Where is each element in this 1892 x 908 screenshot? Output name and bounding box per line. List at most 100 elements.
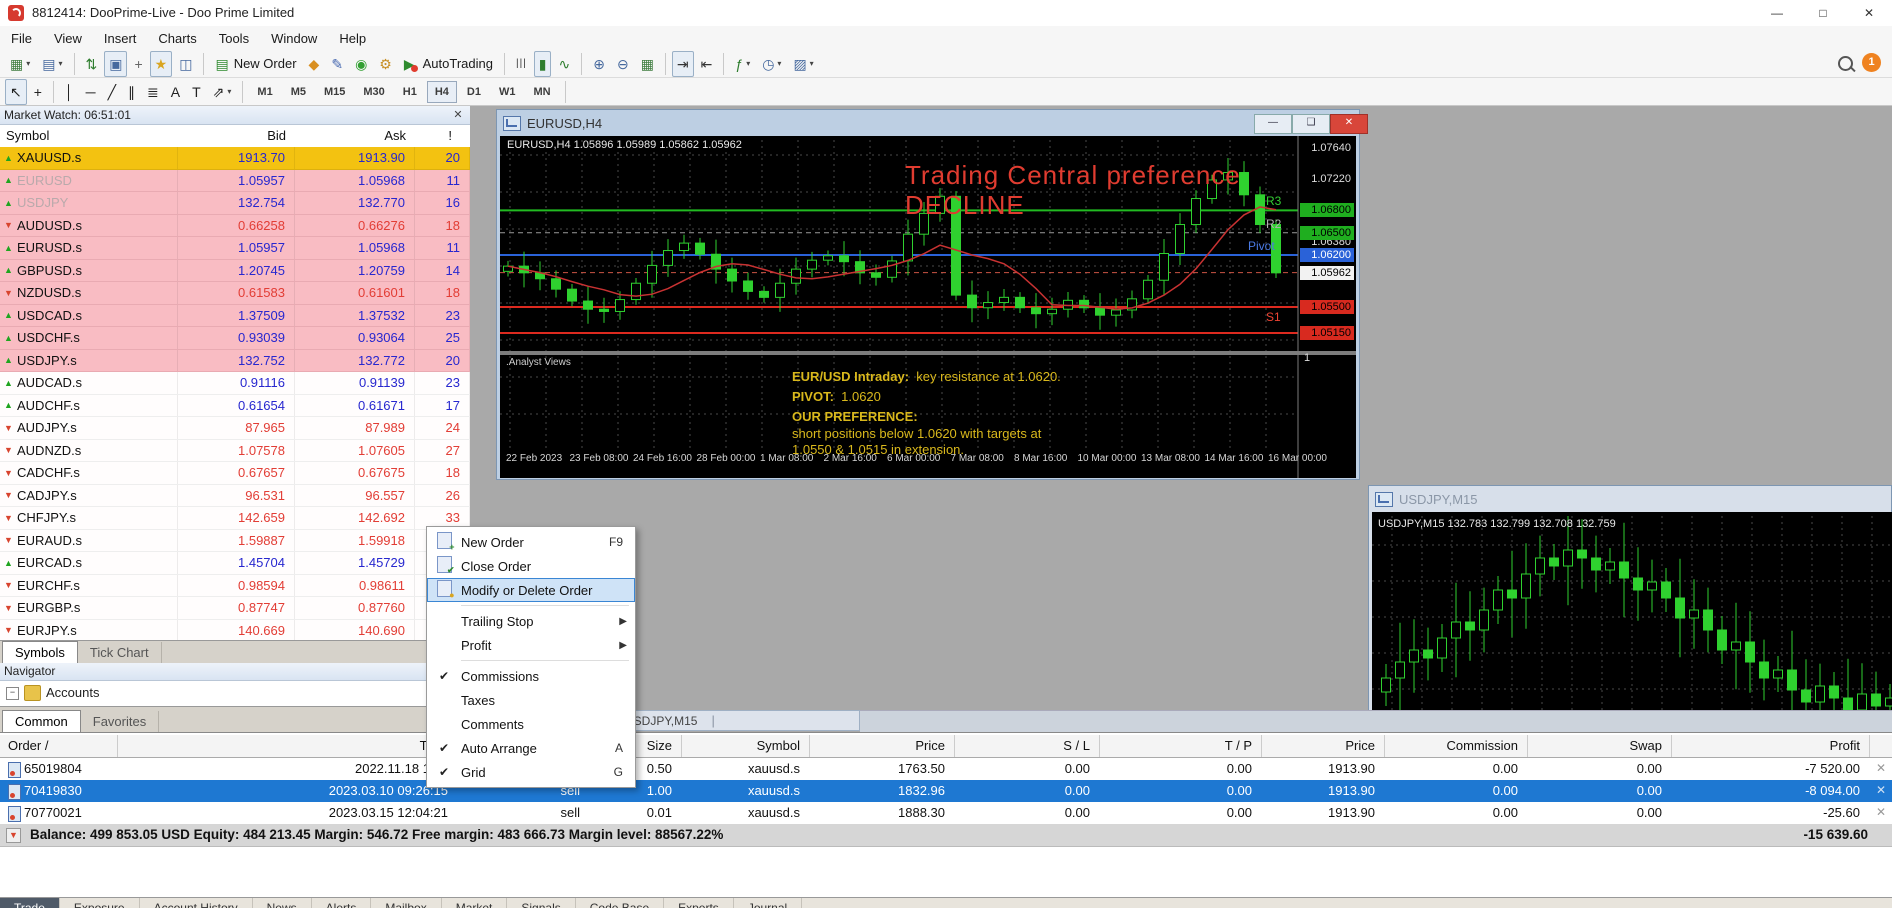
market-watch-row-audchf.s[interactable]: ▲AUDCHF.s0.616540.6167117 [0, 395, 470, 418]
signals-icon[interactable]: ◉ [350, 51, 372, 77]
menu-item-window[interactable]: Window [260, 28, 328, 49]
text-label-tool[interactable]: T [187, 79, 206, 105]
context-menu-item-taxes[interactable]: Taxes [427, 688, 635, 712]
chart-minimize-button[interactable]: — [1254, 114, 1292, 134]
eurusd-window-titlebar[interactable]: EURUSD,H4 [497, 110, 1359, 136]
orders-column-header-price[interactable]: Price [810, 738, 945, 753]
orders-column-header-tp[interactable]: T / P [1100, 738, 1252, 753]
tab-favorites[interactable]: Favorites [81, 711, 159, 732]
column-header-bid[interactable]: Bid [196, 128, 286, 143]
auto-scroll-button[interactable]: ⇥ [672, 51, 694, 77]
menu-item-charts[interactable]: Charts [147, 28, 207, 49]
market-watch-row-eurusd[interactable]: ▲EURUSD1.059571.0596811 [0, 170, 470, 193]
timeframe-button-m15[interactable]: M15 [316, 81, 353, 103]
market-watch-row-usdcad.s[interactable]: ▲USDCAD.s1.375091.3753223 [0, 305, 470, 328]
order-row-70419830[interactable]: 704198302023.03.10 09:26:15sell1.00xauus… [0, 780, 1892, 803]
market-watch-row-eurchf.s[interactable]: ▼EURCHF.s0.985940.9861117 [0, 575, 470, 598]
terminal-tab-mailbox[interactable]: Mailbox [371, 898, 441, 908]
minimize-button[interactable]: — [1754, 0, 1800, 26]
chart-restore-button[interactable]: ❑ [1292, 114, 1330, 134]
terminal-tab-signals[interactable]: Signals [507, 898, 575, 908]
orders-column-header-symbol[interactable]: Symbol [682, 738, 800, 753]
column-header-spread[interactable]: ! [362, 128, 452, 143]
market-watch-row-cadjpy.s[interactable]: ▼CADJPY.s96.53196.55726 [0, 485, 470, 508]
market-watch-row-eurcad.s[interactable]: ▲EURCAD.s1.457041.4572925 [0, 552, 470, 575]
expert-advisors-icon[interactable]: ◆ [304, 51, 325, 77]
market-watch-row-cadchf.s[interactable]: ▼CADCHF.s0.676570.6767518 [0, 462, 470, 485]
order-row-70770021[interactable]: 707700212023.03.15 12:04:21sell0.01xauus… [0, 802, 1892, 825]
tree-collapse-icon[interactable]: − [6, 687, 19, 700]
timeframe-button-m1[interactable]: M1 [249, 81, 280, 103]
terminal-tab-account-history[interactable]: Account History [140, 898, 253, 908]
cursor-tool[interactable]: ↖ [5, 79, 27, 105]
crosshair-button[interactable]: + [129, 51, 147, 77]
orders-column-header-swap[interactable]: Swap [1528, 738, 1662, 753]
market-watch-row-xauusd.s[interactable]: ▲XAUUSD.s1913.701913.9020 [0, 147, 470, 170]
profiles-button[interactable]: ▤▾ [37, 51, 67, 77]
zoom-out-button[interactable]: ⊖ [612, 51, 634, 77]
timeframe-button-w1[interactable]: W1 [491, 81, 524, 103]
column-header-symbol[interactable]: Symbol [6, 128, 49, 143]
terminal-tab-exposure[interactable]: Exposure [60, 898, 140, 908]
menu-item-help[interactable]: Help [328, 28, 377, 49]
menu-item-file[interactable]: File [0, 28, 43, 49]
notifications-badge[interactable]: 1 [1862, 53, 1881, 72]
crosshair-tool[interactable]: + [29, 79, 47, 105]
favorites-toggle[interactable]: ★ [150, 51, 173, 77]
close-position-icon[interactable]: ✕ [1876, 783, 1886, 797]
search-icon[interactable] [1838, 56, 1853, 71]
terminal-tab-trade[interactable]: Trade [0, 898, 60, 908]
market-watch-row-eurusd.s[interactable]: ▲EURUSD.s1.059571.0596811 [0, 237, 470, 260]
chart-close-button[interactable]: ✕ [1330, 114, 1368, 134]
arrows-tool[interactable]: ⇗▾ [208, 79, 237, 105]
market-watch-row-nzdusd.s[interactable]: ▼NZDUSD.s0.615830.6160118 [0, 282, 470, 305]
market-watch-toggle[interactable]: ⇅ [81, 51, 103, 77]
market-watch-row-euraud.s[interactable]: ▼EURAUD.s1.598871.5991831 [0, 530, 470, 553]
indicators-button[interactable]: ƒ▾ [730, 51, 755, 77]
terminal-tab-alerts[interactable]: Alerts [312, 898, 372, 908]
order-row-65019804[interactable]: 650198042022.11.18 10:30.50xauusd.s1763.… [0, 758, 1892, 781]
data-window-toggle[interactable]: ▣ [104, 51, 127, 77]
context-menu-item-commissions[interactable]: ✔Commissions [427, 664, 635, 688]
metaeditor-icon[interactable]: ✎ [326, 51, 348, 77]
timeframe-button-d1[interactable]: D1 [459, 81, 489, 103]
context-menu-item-trailing-stop[interactable]: Trailing Stop▶ [427, 609, 635, 633]
options-icon[interactable]: ⚙ [374, 51, 397, 77]
market-watch-row-eurjpy.s[interactable]: ▼EURJPY.s140.669140.69021 [0, 620, 470, 641]
periods-button[interactable]: ◷▾ [757, 51, 786, 77]
autotrading-button[interactable]: ▶AutoTrading [399, 51, 498, 77]
orders-column-header-profit[interactable]: Profit [1672, 738, 1860, 753]
context-menu-item-modify-or-delete-order[interactable]: ●Modify or Delete Order [427, 578, 635, 602]
fibonacci-tool[interactable]: ≣ [142, 79, 164, 105]
context-menu-item-profit[interactable]: Profit▶ [427, 633, 635, 657]
tab-symbols[interactable]: Symbols [2, 641, 78, 663]
market-watch-row-audusd.s[interactable]: ▼AUDUSD.s0.662580.6627618 [0, 215, 470, 238]
line-chart-button[interactable]: ∿ [553, 51, 575, 77]
market-watch-row-audnzd.s[interactable]: ▼AUDNZD.s1.075781.0760527 [0, 440, 470, 463]
orders-column-header-commission[interactable]: Commission [1385, 738, 1518, 753]
context-menu-item-new-order[interactable]: +New OrderF9 [427, 530, 635, 554]
new-chart-button[interactable]: ▦▾ [5, 51, 35, 77]
market-watch-row-eurgbp.s[interactable]: ▼EURGBP.s0.877470.8776013 [0, 597, 470, 620]
menu-item-tools[interactable]: Tools [208, 28, 260, 49]
trendline-tool[interactable]: ╱ [103, 79, 121, 105]
market-watch-close-icon[interactable]: ✕ [450, 107, 466, 123]
terminal-tab-market[interactable]: Market [442, 898, 508, 908]
text-tool[interactable]: A [166, 79, 185, 105]
orders-column-header-sl[interactable]: S / L [955, 738, 1090, 753]
tile-windows-button[interactable]: ▦ [636, 51, 659, 77]
close-position-icon[interactable]: ✕ [1876, 805, 1886, 819]
tab-common[interactable]: Common [2, 710, 81, 732]
terminal-tab-journal[interactable]: Journal [734, 898, 802, 908]
tab-tick-chart[interactable]: Tick Chart [78, 642, 162, 663]
search-window-button[interactable]: ◫ [174, 51, 197, 77]
navigator-item-accounts[interactable]: Accounts [46, 685, 99, 700]
candlestick-chart-button[interactable]: ▮ [534, 51, 552, 77]
market-watch-row-usdjpy.s[interactable]: ▲USDJPY.s132.752132.77220 [0, 350, 470, 373]
equidistant-channel-tool[interactable]: ∥ [123, 79, 140, 105]
terminal-tab-experts[interactable]: Experts [664, 898, 734, 908]
context-menu-item-grid[interactable]: ✔GridG [427, 760, 635, 784]
usdjpy-window-titlebar[interactable]: USDJPY,M15 [1369, 486, 1891, 512]
market-watch-row-chfjpy.s[interactable]: ▼CHFJPY.s142.659142.69233 [0, 507, 470, 530]
market-watch-row-usdjpy[interactable]: ▲USDJPY132.754132.77016 [0, 192, 470, 215]
